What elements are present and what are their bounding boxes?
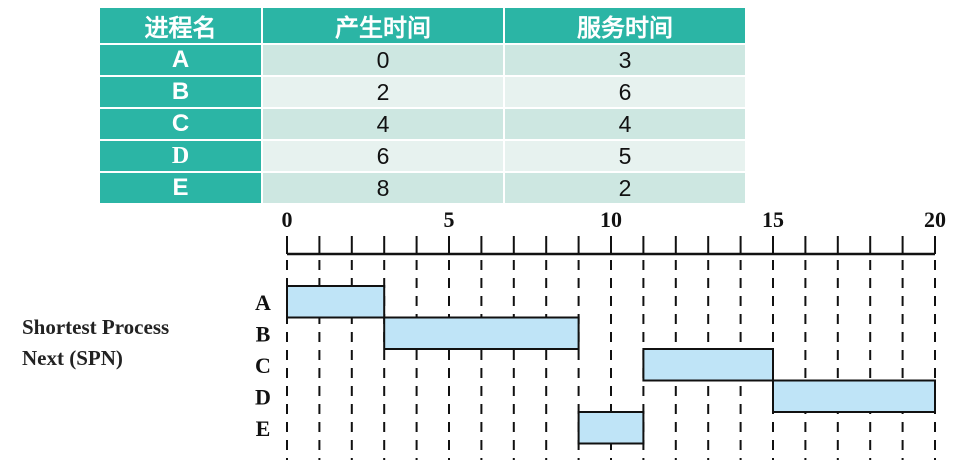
- process-lane-label: A: [255, 290, 271, 315]
- process-lane-label: D: [255, 384, 271, 409]
- gantt-chart: 0 5 10 15 20 ABCDE: [255, 207, 946, 460]
- gantt-bar: [286, 285, 386, 319]
- gantt-bar: [642, 348, 775, 382]
- process-lane-label: B: [256, 321, 271, 346]
- time-tick-label: 0: [282, 207, 293, 232]
- gantt-bar: [772, 379, 936, 413]
- time-tick-label: 15: [762, 207, 784, 232]
- gantt-bar: [383, 316, 580, 350]
- time-tick-label: 10: [600, 207, 622, 232]
- time-tick-label: 5: [444, 207, 455, 232]
- process-lane-label: E: [256, 416, 271, 441]
- process-lane-label: C: [255, 353, 271, 378]
- time-tick-label: 20: [924, 207, 946, 232]
- gantt-bar: [577, 411, 645, 445]
